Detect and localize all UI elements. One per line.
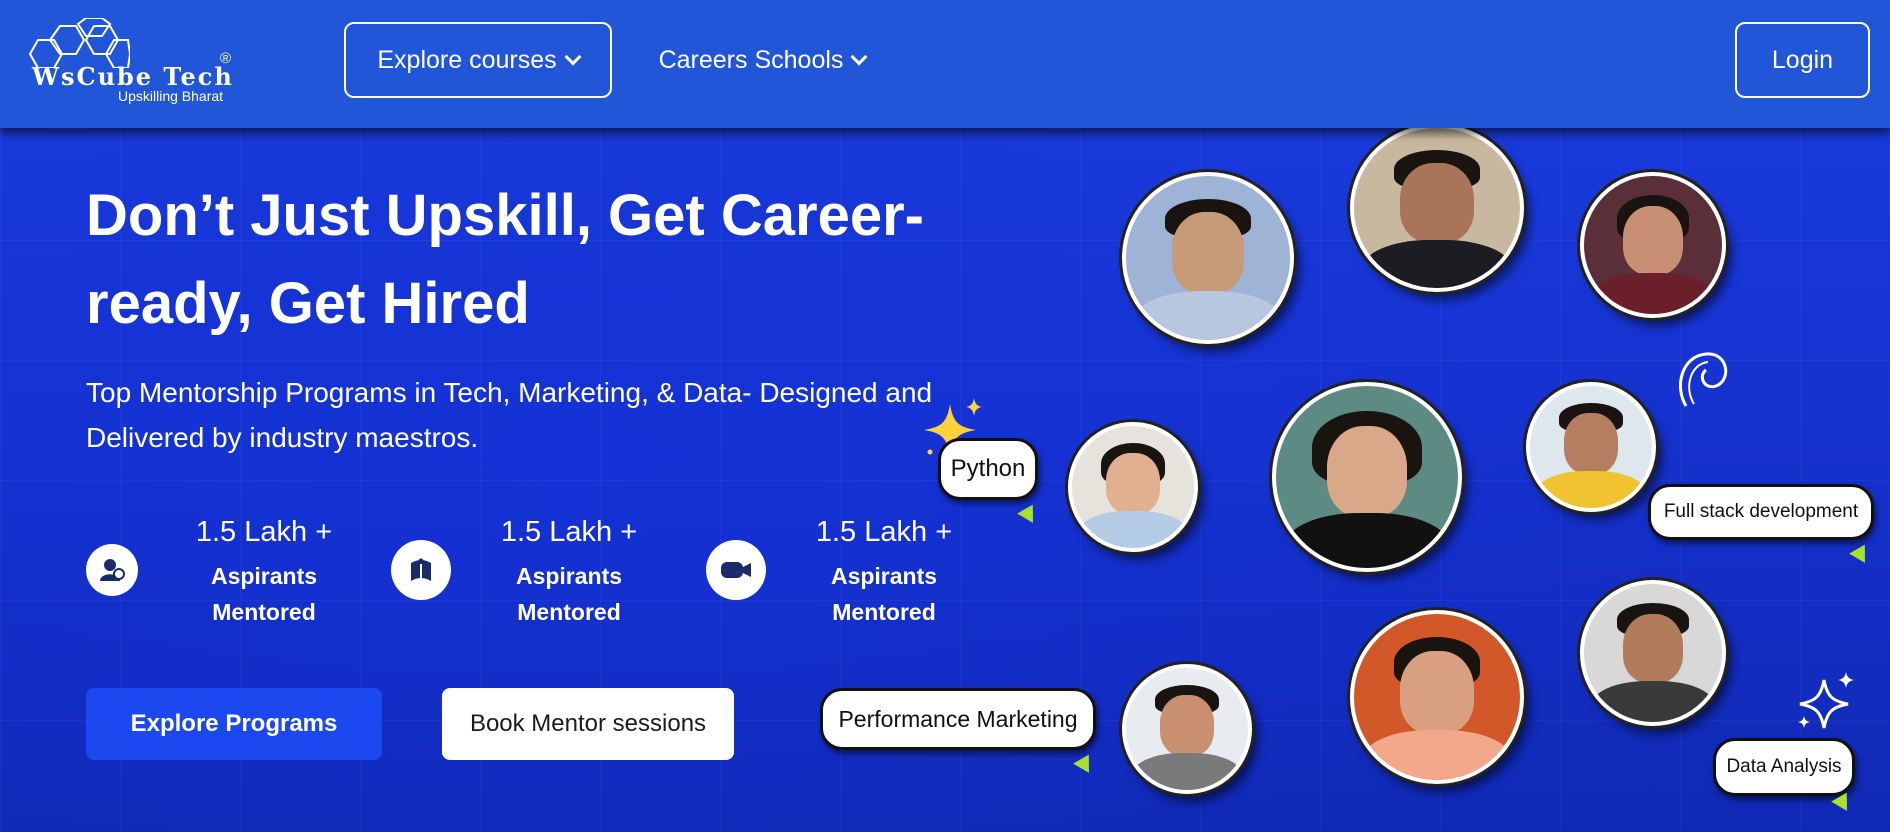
- tag-data-analysis: Data Analysis: [1713, 738, 1855, 796]
- explore-courses-button[interactable]: Explore courses: [344, 22, 612, 98]
- mentor-avatar: [1272, 382, 1462, 572]
- explore-programs-button[interactable]: Explore Programs: [86, 688, 382, 760]
- tag-label: Full stack development: [1663, 501, 1859, 522]
- stat-number: 1.5 Lakh +: [815, 516, 953, 548]
- careers-schools-label: Careers Schools: [658, 45, 844, 74]
- tag-marketing: Performance Marketing: [820, 688, 1096, 750]
- explore-courses-label: Explore courses: [377, 45, 557, 74]
- mentor-avatar: [1122, 172, 1294, 344]
- hero-headline: Don’t Just Upskill, Get Career-ready, Ge…: [86, 183, 924, 336]
- registered-mark: ®: [220, 50, 232, 67]
- mentor-avatar: [1350, 610, 1524, 784]
- login-label: Login: [1771, 45, 1834, 74]
- sparkle-icon: [1798, 672, 1854, 729]
- mentor-avatar: [1122, 664, 1252, 794]
- stat-number: 1.5 Lakh +: [195, 516, 333, 548]
- tag-label: Python: [950, 455, 1026, 482]
- brand-name: WsCube Tech: [32, 62, 234, 91]
- stat-number: 1.5 Lakh +: [500, 516, 638, 548]
- stat-item: 1.5 Lakh + Aspirants Mentored: [706, 512, 986, 632]
- stat-item: 1.5 Lakh + Aspirants Mentored: [391, 512, 671, 632]
- video-icon: [706, 540, 766, 600]
- tag-fullstack: Full stack development: [1648, 484, 1874, 540]
- stat-label: Aspirants Mentored: [830, 563, 938, 625]
- cube-logo-icon: [28, 18, 130, 68]
- stat-label: Aspirants Mentored: [210, 563, 318, 625]
- swirl-icon: [1679, 352, 1728, 407]
- tag-label: Data Analysis: [1726, 756, 1842, 777]
- chevron-down-icon: [564, 48, 582, 66]
- mentor-avatar: [1526, 382, 1656, 512]
- brand-logo[interactable]: WsCube Tech ® Upskilling Bharat: [28, 18, 248, 108]
- login-button[interactable]: Login: [1735, 22, 1870, 98]
- mentor-avatar: [1068, 422, 1198, 552]
- mentor-avatar: [1580, 172, 1726, 318]
- careers-schools-button[interactable]: Careers Schools: [652, 22, 872, 98]
- mentor-avatar: [1350, 124, 1524, 292]
- tag-label: Performance Marketing: [838, 705, 1078, 732]
- site-header: WsCube Tech ® Upskilling Bharat Explore …: [0, 0, 1890, 128]
- book-icon: [391, 540, 451, 600]
- brand-tagline: Upskilling Bharat: [118, 88, 224, 104]
- stat-item: 1.5 Lakh + Aspirants Mentored: [86, 512, 366, 632]
- stat-label: Aspirants Mentored: [515, 563, 623, 625]
- users-icon: [86, 544, 138, 596]
- mentor-avatar: [1580, 580, 1726, 726]
- hero-subline: Top Mentorship Programs in Tech, Marketi…: [86, 377, 933, 453]
- book-mentor-button[interactable]: Book Mentor sessions: [442, 688, 734, 760]
- tag-python: Python: [938, 438, 1038, 500]
- chevron-down-icon: [850, 48, 868, 66]
